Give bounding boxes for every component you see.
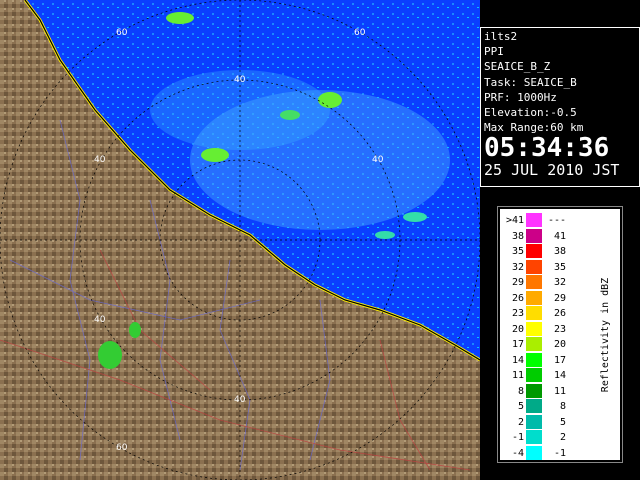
legend-low-value: -4 xyxy=(511,447,524,459)
legend-color-swatch xyxy=(526,445,542,460)
echo-cell xyxy=(403,212,427,222)
legend-color-swatch xyxy=(526,228,542,243)
range-label: 40 xyxy=(234,75,246,85)
legend-color-swatch xyxy=(526,430,542,444)
echo-cell xyxy=(280,110,300,120)
echo-cell xyxy=(98,341,122,369)
legend-high-value: --- xyxy=(547,215,566,226)
legend-low-value: 17 xyxy=(511,339,524,350)
radar-image: 60 60 40 40 40 40 40 60 xyxy=(0,0,480,480)
echo-cell xyxy=(201,148,229,162)
legend-high-value: 41 xyxy=(553,230,566,242)
legend-row: -1 2 xyxy=(502,430,588,445)
echo-cell xyxy=(375,231,395,239)
range-label: 60 xyxy=(116,28,128,38)
legend-high-value: 26 xyxy=(553,308,566,319)
legend-color-swatch xyxy=(526,244,542,258)
legend-color-swatch xyxy=(526,290,542,305)
reflectivity-legend: >41 --- 38 41 35 38 32 35 29 32 26 29 23 26 20 23 17 20 14… xyxy=(497,206,623,463)
legend-color-swatch xyxy=(526,368,542,382)
prf-value: PRF: 1000Hz xyxy=(484,90,557,104)
legend-row: 20 23 xyxy=(502,321,588,337)
field-name: SEAICE_B_Z xyxy=(484,60,551,74)
legend-high-value: 29 xyxy=(553,292,566,304)
legend-high-value: 8 xyxy=(559,401,566,412)
legend-low-value: 32 xyxy=(511,261,524,273)
legend-row: 32 35 xyxy=(502,259,588,275)
echo-cell xyxy=(129,322,141,338)
legend-row: 38 41 xyxy=(502,228,588,244)
echo-cell xyxy=(318,92,342,108)
legend-row: 29 32 xyxy=(502,275,588,290)
legend-row: 14 17 xyxy=(502,352,588,368)
legend-color-swatch xyxy=(526,352,542,367)
legend-row: -4 -1 xyxy=(502,445,588,461)
scan-time: 05:34:36 xyxy=(484,133,610,164)
legend-low-value: 38 xyxy=(511,230,524,242)
legend-row: 17 20 xyxy=(502,337,588,352)
legend-low-value: >41 xyxy=(505,215,524,226)
legend-low-value: 11 xyxy=(511,370,524,381)
legend-high-value: 20 xyxy=(553,339,566,350)
legend-low-value: 35 xyxy=(511,246,524,257)
legend-low-value: 20 xyxy=(511,323,524,335)
legend-low-value: -1 xyxy=(511,432,524,443)
legend-high-value: 35 xyxy=(553,261,566,273)
legend-color-swatch xyxy=(526,259,542,274)
legend-row: 8 11 xyxy=(502,383,588,399)
legend-color-swatch xyxy=(526,383,542,398)
range-label: 60 xyxy=(116,443,128,453)
legend-low-value: 23 xyxy=(511,308,524,319)
legend-row: 11 14 xyxy=(502,368,588,383)
legend-low-value: 8 xyxy=(517,385,524,397)
legend-row: 25 xyxy=(502,414,588,430)
radar-info-panel: ilts2 PPI SEAICE_B_Z Task: SEAICE_B PRF:… xyxy=(480,27,640,187)
legend-title: Reflectivity in dBZ xyxy=(600,277,611,393)
legend-row: 26 29 xyxy=(502,290,588,306)
legend-color-swatch xyxy=(526,275,542,289)
legend-row: >41 --- xyxy=(502,213,588,228)
legend-high-value: 2 xyxy=(559,432,566,443)
legend-row: 23 26 xyxy=(502,306,588,321)
legend-high-value: 14 xyxy=(553,370,566,381)
legend-color-swatch xyxy=(526,337,542,351)
legend-color-swatch xyxy=(526,321,542,336)
legend-low-value: 5 xyxy=(517,401,524,412)
legend-color-swatch xyxy=(526,213,542,227)
scan-date: 25 JUL 2010 JST xyxy=(484,161,620,180)
site-name: ilts2 xyxy=(484,30,518,43)
legend-high-value: 11 xyxy=(553,385,566,397)
echo-cell xyxy=(166,12,194,24)
legend-high-value: 32 xyxy=(553,277,566,288)
product-type: PPI xyxy=(484,45,504,59)
range-label: 40 xyxy=(372,155,384,165)
legend-color-swatch xyxy=(526,414,542,429)
range-label: 40 xyxy=(94,155,106,165)
legend-low-value: 29 xyxy=(511,277,524,288)
legend-high-value: 5 xyxy=(559,416,566,428)
range-label: 60 xyxy=(354,28,366,38)
task-name: Task: SEAICE_B xyxy=(484,75,577,89)
legend-high-value: 38 xyxy=(553,246,566,257)
legend-row: 35 38 xyxy=(502,244,588,259)
range-label: 40 xyxy=(94,315,106,325)
legend-high-value: 17 xyxy=(553,354,566,366)
elevation-value: Elevation:-0.5 xyxy=(484,106,577,120)
legend-low-value: 14 xyxy=(511,354,524,366)
legend-high-value: -1 xyxy=(553,447,566,459)
range-label: 40 xyxy=(234,395,246,405)
legend-color-swatch xyxy=(526,306,542,320)
legend-color-swatch xyxy=(526,399,542,413)
radar-ppi-display[interactable]: 60 60 40 40 40 40 40 60 xyxy=(0,0,480,480)
legend-row: 58 xyxy=(502,399,588,414)
legend-low-value: 26 xyxy=(511,292,524,304)
legend-low-value: 2 xyxy=(517,416,524,428)
legend-high-value: 23 xyxy=(553,323,566,335)
